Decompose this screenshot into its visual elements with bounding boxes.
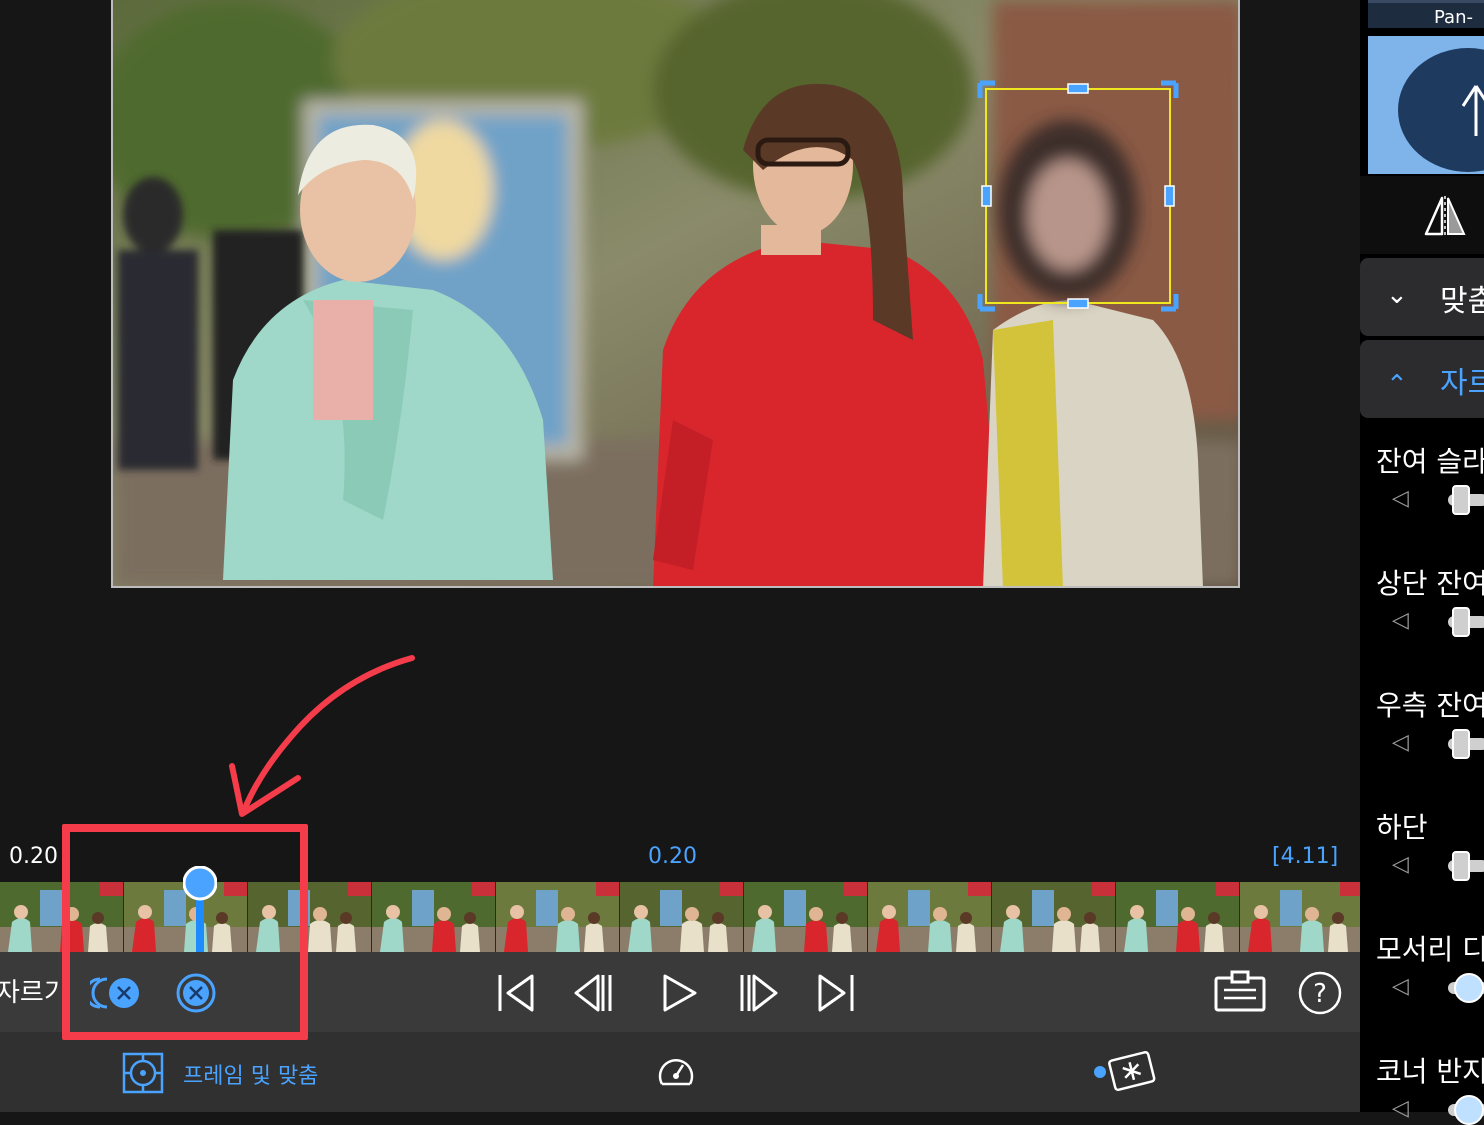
filmstrip-thumbnail [868,882,991,952]
param-label: 우측 잔여 [1376,689,1484,722]
filmstrip-frame [1116,882,1240,952]
decrement-arrow-icon[interactable]: ◁ [1392,608,1409,633]
step-forward-icon [740,974,778,1012]
decrement-arrow-icon[interactable]: ◁ [1392,1096,1409,1121]
param-label: 잔여 슬라 [1376,445,1484,478]
param-label: 상단 잔여 [1376,567,1484,600]
filmstrip-thumbnail [744,882,867,952]
filmstrip-thumbnail [1240,882,1360,952]
decrement-arrow-icon[interactable]: ◁ [1392,974,1409,999]
filmstrip-frame [992,882,1116,952]
step-back-icon [574,974,612,1012]
play-icon [663,974,697,1012]
filmstrip-thumbnail [620,882,743,952]
filmstrip-frame [620,882,744,952]
annotation-arrow [229,655,415,817]
filmstrip-frame [372,882,496,952]
filmstrip-frame [496,882,620,952]
chevron-up-icon: ⌃ [1386,370,1408,400]
speedometer-icon [658,1059,694,1086]
slider-knob[interactable] [1452,485,1470,515]
preview-arrow-icon [1398,48,1484,172]
filmstrip-thumbnail [496,882,619,952]
inspector-tab-label: Pan- [1434,7,1473,28]
play-button[interactable] [660,972,700,1014]
skip-to-start-icon [498,974,534,1012]
mirror-flip-icon[interactable] [1422,194,1468,238]
fit-section-label: 맞춤 [1440,284,1484,319]
speed-tab[interactable] [656,1054,696,1090]
slider-knob[interactable] [1452,729,1470,759]
mirror-row [1360,176,1484,254]
slider-knob[interactable] [1454,1095,1484,1125]
clipboard-icon [1214,970,1266,1012]
chevron-down-icon: ⌄ [1386,280,1408,310]
slider-knob[interactable] [1452,607,1470,637]
filmstrip-frame [868,882,992,952]
decrement-arrow-icon[interactable]: ◁ [1392,730,1409,755]
param-label: 모서리 디 [1376,933,1484,966]
clipboard-button[interactable] [1214,970,1266,1014]
frame-fit-label[interactable]: 프레임 및 맞춤 [183,1058,318,1090]
video-viewer[interactable] [111,0,1240,588]
crop-label: 자르기 [0,978,68,1008]
filmstrip-frame [744,882,868,952]
svg-text:?: ? [1313,979,1327,1009]
fit-section-header[interactable]: ⌄ 맞춤 [1360,258,1484,336]
effects-sparkle-icon [1094,1051,1156,1092]
effect-preview-thumbnail[interactable] [1368,36,1484,174]
filmstrip-thumbnail [372,882,495,952]
help-icon: ? [1298,971,1342,1015]
inspector-tab[interactable]: Pan- [1368,0,1484,28]
help-button[interactable]: ? [1298,971,1342,1015]
crop-section-label: 자르 [1440,366,1484,401]
clip-duration: [4.11] [1272,844,1339,869]
previous-frame-button[interactable] [572,972,614,1014]
decrement-arrow-icon[interactable]: ◁ [1392,486,1409,511]
current-time-center: 0.20 [648,844,697,869]
video-frame-image [113,0,1238,586]
decrement-arrow-icon[interactable]: ◁ [1392,852,1409,877]
go-to-start-button[interactable] [496,972,536,1014]
effects-tab[interactable] [1092,1050,1158,1094]
slider-knob[interactable] [1452,851,1470,881]
skip-to-end-icon [818,974,854,1012]
param-label: 하단 [1376,811,1428,844]
frame-fit-tab[interactable] [122,1052,164,1094]
crop-section-header[interactable]: ⌃ 자르 [1360,340,1484,418]
annotation-highlight-box [62,824,308,1040]
next-frame-button[interactable] [738,972,780,1014]
filmstrip-thumbnail [1116,882,1239,952]
current-time-left: 0.20 [9,844,58,869]
frame-target-icon [122,1052,164,1094]
filmstrip-frame [1240,882,1360,952]
filmstrip-thumbnail [992,882,1115,952]
slider-knob[interactable] [1454,973,1484,1003]
param-label: 코너 반지 [1376,1055,1484,1088]
go-to-end-button[interactable] [816,972,856,1014]
